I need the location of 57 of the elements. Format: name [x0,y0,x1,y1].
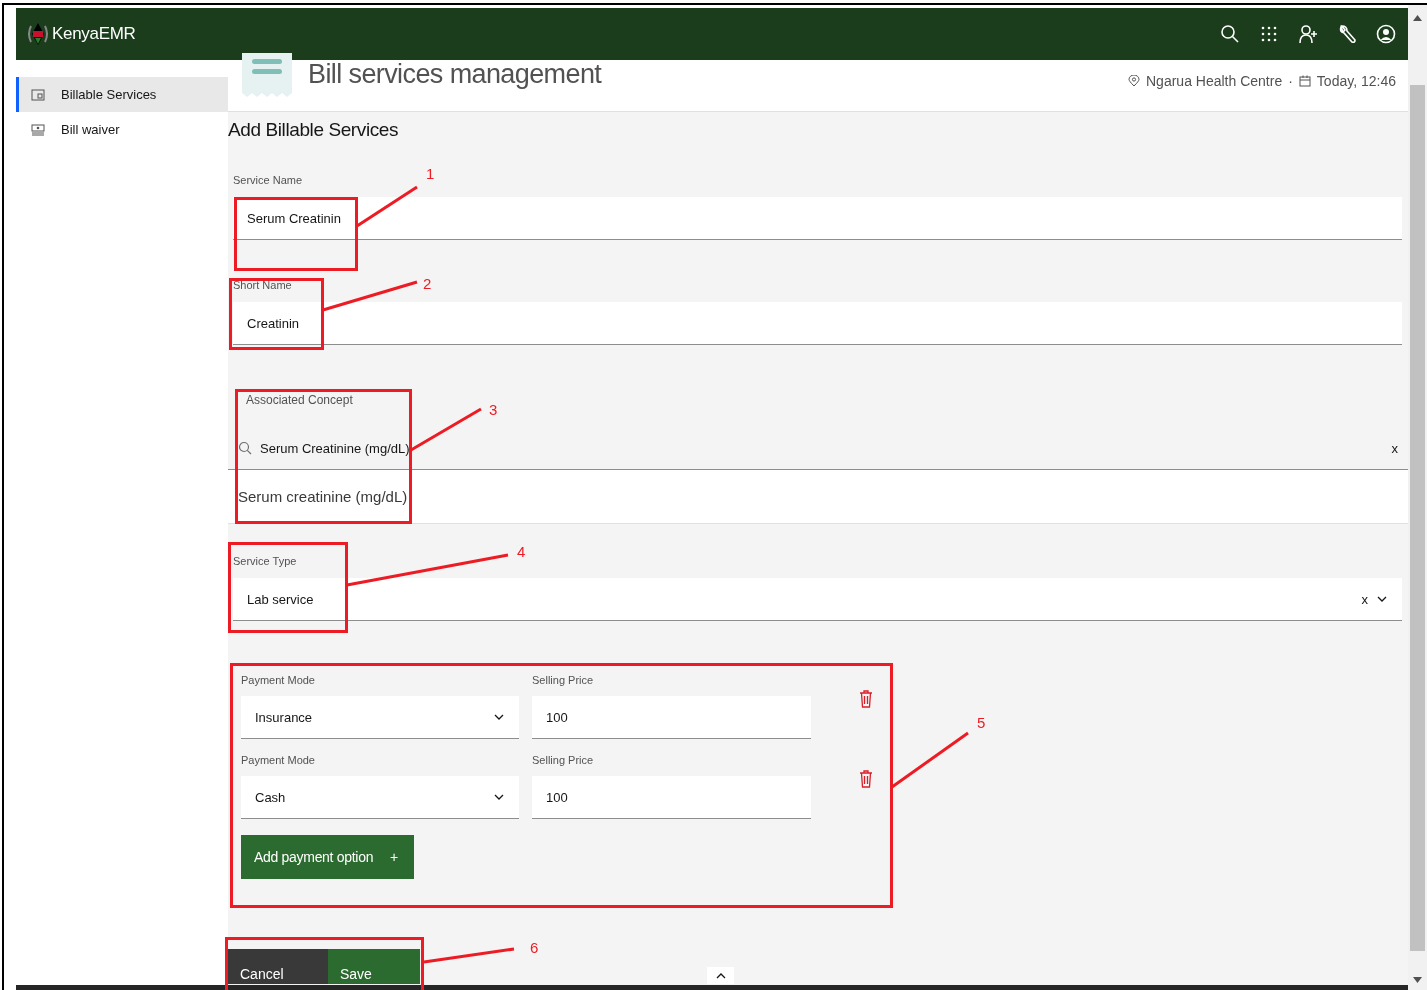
annotation-number: 4 [517,544,526,560]
add-payment-button[interactable]: Add payment option + [241,835,414,879]
leader-line [356,185,418,228]
field-label: Selling Price [532,753,594,767]
dropdown-field[interactable]: Insurance [241,696,519,739]
receipt-illustration-icon [240,52,294,97]
annotation-number: 6 [530,940,539,956]
trash-icon[interactable] [859,690,873,708]
date-text: Today, 12:46 [1316,72,1396,89]
cancel-button[interactable]: Cancel [228,949,328,984]
shield-logo-icon [28,22,48,46]
wallet-icon [31,87,45,102]
sidebar-item[interactable]: Bill waiver [16,112,228,147]
field-label: Service Name [233,173,303,187]
location-pin-icon [1128,74,1140,87]
form-heading: Add Billable Services [228,118,400,142]
field-label: Associated Concept [246,393,353,407]
clear-button[interactable]: x [1391,440,1398,456]
chevron-up-icon [715,972,726,979]
sidebar-item[interactable]: Billable Services [16,77,228,112]
page-title: Bill services management [308,59,602,90]
clear-button[interactable]: x [1361,591,1368,607]
leader-line [410,407,482,452]
text-field[interactable]: Creatinin [233,302,1402,345]
search-icon [238,441,252,455]
trash-icon[interactable] [859,770,873,788]
field-label: Selling Price [532,673,594,687]
calendar-icon [1298,74,1311,87]
wrench-icon[interactable] [1337,24,1357,44]
app-grid-icon[interactable] [1259,24,1279,44]
scroll-thumb[interactable] [1410,85,1425,951]
price-field[interactable]: 100 [532,696,811,739]
location-text: Ngarua Health Centre [1146,72,1283,89]
search-icon[interactable] [1220,24,1240,44]
separator-dot: · [1288,72,1293,89]
annotation-number: 1 [426,166,435,182]
user-avatar-icon[interactable] [1376,24,1396,44]
field-label: Payment Mode [241,673,315,687]
save-button[interactable]: Save [328,949,420,984]
dropdown-field[interactable]: Cash [241,776,519,819]
scroll-top-tab[interactable] [707,967,734,984]
scrollbar[interactable] [1408,5,1427,990]
annotation-number: 3 [489,402,498,418]
scroll-down-arrow-icon [1413,977,1422,983]
add-user-icon[interactable] [1298,24,1318,44]
annotation-number: 2 [423,276,432,292]
app-name: KenyaEMR [52,24,136,44]
annotation-number: 5 [977,715,986,731]
dropdown-field[interactable]: Lab service x [233,578,1402,621]
text-field[interactable]: Serum Creatinin [233,197,1402,240]
price-field[interactable]: 100 [532,776,811,819]
receipt-icon [31,122,45,137]
field-label: Service Type [233,554,297,568]
field-label: Payment Mode [241,753,315,767]
search-result[interactable]: Serum creatinine (mg/dL) [228,470,1408,524]
field-label: Short Name [233,278,292,292]
scroll-up-arrow-icon [1413,15,1422,21]
